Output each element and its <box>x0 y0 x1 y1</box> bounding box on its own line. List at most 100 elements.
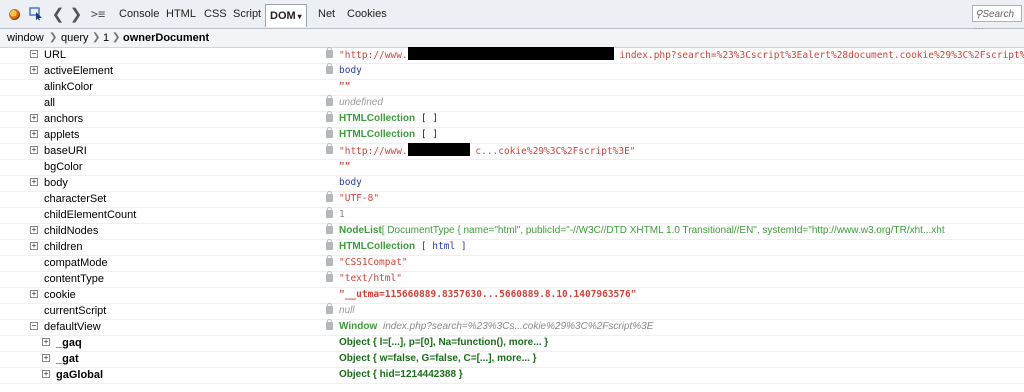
breadcrumb-item-index[interactable]: 1 <box>103 29 109 47</box>
expand-icon[interactable]: + <box>30 290 38 298</box>
dom-row-currentscript[interactable]: currentScript null <box>0 303 1024 320</box>
dom-row-applets[interactable]: + applets HTMLCollection [ ] <box>0 127 1024 144</box>
dom-row-gaglobal[interactable]: + gaGlobal Object { hid=1214442388 } <box>0 367 1024 384</box>
property-value: HTMLCollection [ ] <box>339 111 438 127</box>
breadcrumb-item-window[interactable]: window <box>7 29 44 47</box>
property-value[interactable]: body <box>339 63 362 79</box>
dom-row-bgcolor[interactable]: bgColor "" <box>0 159 1024 176</box>
tab-console[interactable]: Console <box>115 5 163 23</box>
breadcrumb-item-query[interactable]: query <box>61 29 89 47</box>
url-prefix: "http://www. <box>339 50 408 61</box>
property-name: children <box>44 241 83 253</box>
back-icon[interactable]: ❮ <box>52 6 65 23</box>
dom-row-anchors[interactable]: + anchors HTMLCollection [ ] <box>0 111 1024 128</box>
tab-cookies[interactable]: Cookies <box>343 5 391 23</box>
property-name: applets <box>44 129 80 141</box>
expand-icon[interactable]: + <box>30 226 38 234</box>
collapse-icon[interactable]: − <box>30 322 38 330</box>
object-type[interactable]: HTMLCollection <box>339 129 415 140</box>
chevron-down-icon[interactable]: ▾ <box>298 12 302 21</box>
property-value: "text/html" <box>339 273 402 284</box>
dom-row-defaultview[interactable]: − defaultView Window index.php?search=%2… <box>0 319 1024 336</box>
property-name: activeElement <box>44 65 114 77</box>
dom-row-url[interactable]: − URL "http://www. index.php?search=%23%… <box>0 47 1024 64</box>
object-type[interactable]: HTMLCollection <box>339 113 415 124</box>
tab-css[interactable]: CSS <box>200 5 231 23</box>
property-value: "UTF-8" <box>339 193 380 204</box>
lock-icon <box>326 63 333 74</box>
search-input[interactable]: ⚲Search w <box>972 5 1022 37</box>
lock-icon <box>326 271 333 282</box>
property-name: compatMode <box>44 257 108 269</box>
dom-row-body[interactable]: + body body <box>0 175 1024 192</box>
lock-icon <box>326 319 333 330</box>
dom-row-baseuri[interactable]: + baseURI "http://www. c...cokie%29%3C%2… <box>0 143 1024 160</box>
dom-row-all[interactable]: all undefined <box>0 95 1024 112</box>
property-value: HTMLCollection [ ] <box>339 127 438 143</box>
expand-icon[interactable]: + <box>30 114 38 122</box>
breadcrumb-item-ownerdocument[interactable]: ownerDocument <box>123 29 209 47</box>
object-type[interactable]: NodeList <box>339 225 382 236</box>
object-summary: [ ] <box>420 129 439 140</box>
property-value: "http://www. c...cokie%29%3C%2Fscript%3E… <box>339 143 636 160</box>
dom-row-compatmode[interactable]: compatMode "CSS1Compat" <box>0 255 1024 272</box>
property-value[interactable]: Object { l=[...], p=[0], Na=function(), … <box>339 335 548 351</box>
dom-row-characterset[interactable]: characterSet "UTF-8" <box>0 191 1024 208</box>
tab-dom[interactable]: DOM ▾ <box>265 4 307 27</box>
url-prefix: "http://www. <box>339 146 408 157</box>
dom-row-contenttype[interactable]: contentType "text/html" <box>0 271 1024 288</box>
dom-row-childelementcount[interactable]: childElementCount 1 <box>0 207 1024 224</box>
property-name: _gat <box>56 353 79 365</box>
expand-icon[interactable]: + <box>30 146 38 154</box>
property-name: body <box>44 177 68 189</box>
object-summary: [ DocumentType { name="html", publicId="… <box>381 225 945 236</box>
dom-row-childnodes[interactable]: + childNodes NodeList[ DocumentType { na… <box>0 223 1024 240</box>
property-value[interactable]: Object { hid=1214442388 } <box>339 367 463 383</box>
object-type[interactable]: HTMLCollection <box>339 241 415 252</box>
tab-html[interactable]: HTML <box>162 5 200 23</box>
property-name: currentScript <box>44 305 107 317</box>
property-value: "" <box>339 161 351 172</box>
expand-icon[interactable]: + <box>42 370 50 378</box>
expand-icon[interactable]: + <box>30 130 38 138</box>
tab-script[interactable]: Script <box>229 5 265 23</box>
property-name: gaGlobal <box>56 369 104 381</box>
breadcrumb-separator-icon: ❯ <box>92 32 101 43</box>
property-value: 1 <box>339 209 345 220</box>
lock-icon <box>326 143 333 154</box>
property-name: contentType <box>44 273 104 285</box>
property-value[interactable]: Object { w=false, G=false, C=[...], more… <box>339 351 537 367</box>
property-name: alinkColor <box>44 81 93 93</box>
lock-icon <box>326 303 333 314</box>
dom-row-gat[interactable]: + _gat Object { w=false, G=false, C=[...… <box>0 351 1024 368</box>
object-summary: [ html ] <box>420 241 467 252</box>
redaction-bar <box>407 143 470 156</box>
expand-icon[interactable]: + <box>30 66 38 74</box>
expand-icon[interactable]: + <box>42 354 50 362</box>
object-summary: [ ] <box>420 113 439 124</box>
dom-row-gaq[interactable]: + _gaq Object { l=[...], p=[0], Na=funct… <box>0 335 1024 352</box>
expand-icon[interactable]: + <box>30 242 38 250</box>
lock-icon <box>326 191 333 202</box>
tab-net[interactable]: Net <box>314 5 339 23</box>
command-line-icon[interactable]: >≡ <box>90 7 106 21</box>
property-value: Window index.php?search=%23%3Cs...cokie%… <box>339 319 653 335</box>
dom-row-cookie[interactable]: + cookie "__utma=115660889.8357630...566… <box>0 287 1024 304</box>
breadcrumb-separator-icon: ❯ <box>112 32 121 43</box>
expand-icon[interactable]: + <box>30 178 38 186</box>
property-name: childNodes <box>44 225 99 237</box>
dom-row-children[interactable]: + children HTMLCollection [ html ] <box>0 239 1024 256</box>
property-name: defaultView <box>44 321 101 333</box>
property-value[interactable]: body <box>339 175 362 191</box>
object-summary: index.php?search=%23%3Cs...cokie%29%3C%2… <box>382 321 654 332</box>
firebug-icon[interactable] <box>6 7 22 21</box>
inspect-icon[interactable] <box>28 7 44 21</box>
object-type[interactable]: Window <box>339 321 377 332</box>
lock-icon <box>326 95 333 106</box>
expand-icon[interactable]: + <box>42 338 50 346</box>
dom-row-alinkcolor[interactable]: alinkColor "" <box>0 79 1024 96</box>
forward-icon[interactable]: ❯ <box>70 6 83 23</box>
collapse-icon[interactable]: − <box>30 50 38 58</box>
redaction-bar <box>407 47 614 60</box>
dom-row-activeelement[interactable]: + activeElement body <box>0 63 1024 80</box>
